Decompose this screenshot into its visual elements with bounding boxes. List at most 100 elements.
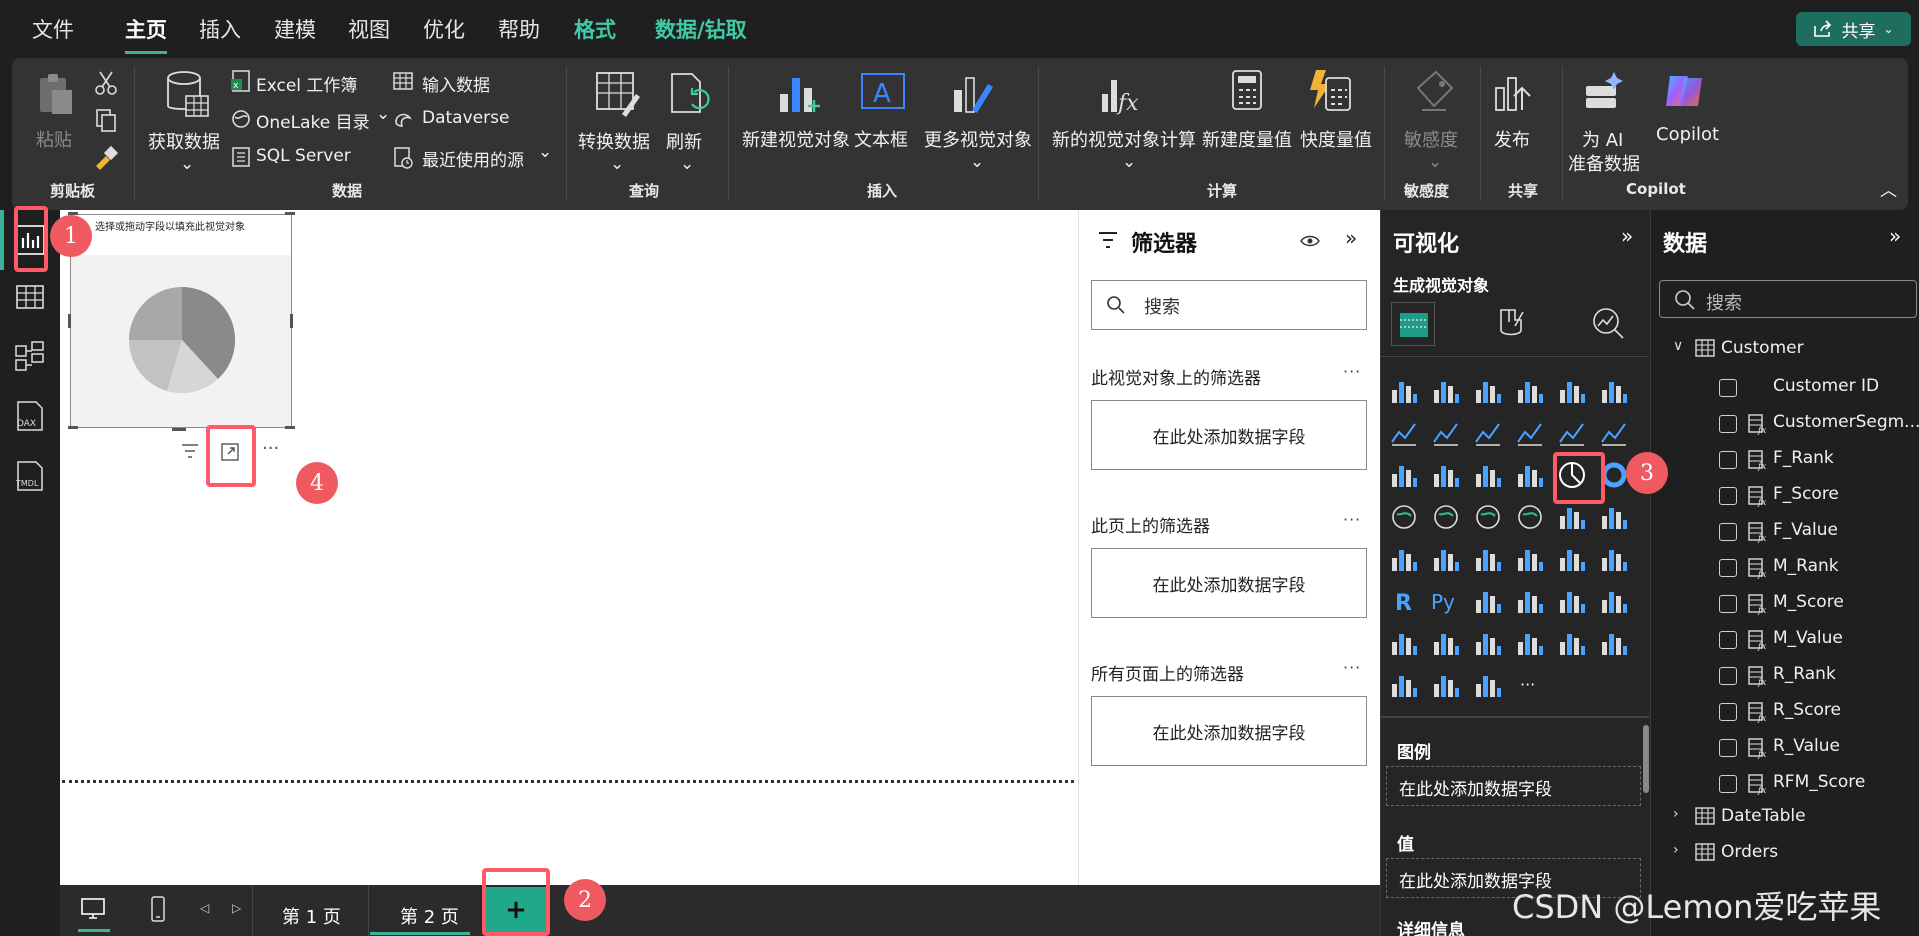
previous-page-icon[interactable]: ◁: [200, 901, 209, 915]
qa-icon[interactable]: [1557, 586, 1587, 616]
resize-handle[interactable]: [68, 426, 78, 429]
power-apps-icon[interactable]: [1473, 628, 1503, 658]
stacked-area-icon[interactable]: [1473, 418, 1503, 448]
page-tab-1[interactable]: 第 1 页: [282, 903, 341, 929]
resize-handle[interactable]: [68, 314, 71, 328]
resize-handle[interactable]: [172, 428, 186, 431]
field-item[interactable]: F_Value: [1773, 520, 1838, 540]
table-view-icon[interactable]: [14, 282, 46, 314]
smart-slicer-icon[interactable]: [1557, 628, 1587, 658]
power-automate-icon[interactable]: [1515, 628, 1545, 658]
menu-home[interactable]: 主页: [125, 14, 167, 54]
publish-button[interactable]: 发布: [1494, 126, 1530, 152]
menu-view[interactable]: 视图: [348, 14, 390, 44]
trophy-icon[interactable]: [1389, 628, 1419, 658]
resize-handle[interactable]: [285, 426, 295, 429]
data-search-input[interactable]: 搜索: [1706, 289, 1742, 315]
chevron-down-icon[interactable]: ∨: [1673, 338, 1683, 354]
flow-icon[interactable]: [1473, 670, 1503, 700]
field-item[interactable]: RFM_Score: [1773, 772, 1865, 792]
power-bi-icon[interactable]: [1431, 670, 1461, 700]
filters-search-box[interactable]: 搜索: [1091, 280, 1367, 330]
area-chart-icon[interactable]: [1431, 418, 1461, 448]
100-column-icon[interactable]: [1599, 376, 1629, 406]
build-visual-tab[interactable]: [1391, 302, 1435, 346]
chevron-down-icon[interactable]: ⌄: [1428, 152, 1442, 172]
field-checkbox[interactable]: [1719, 487, 1737, 505]
table-icon[interactable]: [1473, 544, 1503, 574]
field-checkbox[interactable]: [1719, 667, 1737, 685]
more-options-icon[interactable]: ···: [1343, 510, 1361, 529]
menu-insert[interactable]: 插入: [199, 14, 241, 44]
mobile-layout-icon[interactable]: [150, 895, 166, 923]
cut-icon[interactable]: [94, 70, 118, 96]
menu-data-drill[interactable]: 数据/钻取: [655, 14, 747, 44]
table-datetable[interactable]: DateTable: [1721, 806, 1806, 826]
r-visual-icon[interactable]: R: [1389, 586, 1419, 616]
get-data-button[interactable]: 获取数据: [148, 128, 220, 154]
sql-server-button[interactable]: SQL Server: [256, 146, 351, 166]
expand-panel-icon[interactable]: »: [1621, 224, 1633, 248]
filters-visual-drop-zone[interactable]: 在此处添加数据字段: [1091, 400, 1367, 470]
waterfall-icon[interactable]: [1431, 460, 1461, 490]
treemap-icon[interactable]: [1389, 502, 1419, 532]
key-influencers-icon[interactable]: [1473, 586, 1503, 616]
field-checkbox[interactable]: [1719, 775, 1737, 793]
narrative-icon[interactable]: [1599, 586, 1629, 616]
ai-prep-line-2[interactable]: 准备数据: [1568, 150, 1640, 176]
field-checkbox[interactable]: [1719, 523, 1737, 541]
quick-measure-button[interactable]: 快度量值: [1300, 126, 1372, 152]
menu-modeling[interactable]: 建模: [274, 14, 316, 44]
stacked-bar-icon[interactable]: [1389, 376, 1419, 406]
expand-panel-icon[interactable]: »: [1889, 224, 1901, 248]
onelake-catalog-button[interactable]: OneLake 目录: [256, 108, 370, 133]
dax-query-view-icon[interactable]: DAX: [14, 400, 46, 432]
menu-help[interactable]: 帮助: [498, 14, 540, 44]
chevron-down-icon[interactable]: ⌄: [180, 154, 194, 174]
tmdl-view-icon[interactable]: TMDL: [14, 460, 46, 492]
field-checkbox[interactable]: [1719, 631, 1737, 649]
more-options-icon[interactable]: ···: [1343, 362, 1361, 381]
field-item[interactable]: R_Rank: [1773, 664, 1836, 684]
multi-row-card-icon[interactable]: [1389, 544, 1419, 574]
field-checkbox[interactable]: [1719, 739, 1737, 757]
line-clustered-icon[interactable]: [1599, 418, 1629, 448]
transform-data-button[interactable]: 转换数据: [578, 128, 650, 154]
clustered-bar-icon[interactable]: [1473, 376, 1503, 406]
line-column-icon[interactable]: [1557, 418, 1587, 448]
field-item[interactable]: F_Score: [1773, 484, 1839, 504]
line-chart-icon[interactable]: [1389, 418, 1419, 448]
sensitivity-button[interactable]: 敏感度: [1404, 126, 1458, 152]
menu-optimize[interactable]: 优化: [423, 14, 465, 44]
map-icon[interactable]: [1431, 502, 1461, 532]
clustered-column-icon[interactable]: [1515, 376, 1545, 406]
field-item[interactable]: R_Score: [1773, 700, 1841, 720]
chevron-down-icon[interactable]: ⌄: [376, 104, 390, 124]
ribbon-chart-icon[interactable]: [1389, 460, 1419, 490]
share-button[interactable]: 共享 ⌄: [1796, 12, 1911, 46]
field-checkbox[interactable]: [1719, 415, 1737, 433]
python-visual-icon[interactable]: Py: [1431, 586, 1461, 616]
enter-data-button[interactable]: 输入数据: [422, 71, 490, 96]
field-checkbox[interactable]: [1719, 703, 1737, 721]
table-orders[interactable]: Orders: [1721, 842, 1778, 862]
legend-drop-zone[interactable]: 在此处添加数据字段: [1386, 766, 1641, 806]
more-options-icon[interactable]: ···: [262, 438, 279, 459]
new-card-icon[interactable]: [1599, 544, 1629, 574]
new-visual-button[interactable]: 新建视觉对象: [742, 126, 850, 152]
field-checkbox[interactable]: [1719, 451, 1737, 469]
field-checkbox[interactable]: [1719, 559, 1737, 577]
chevron-down-icon[interactable]: ⌄: [1122, 152, 1136, 172]
field-item[interactable]: M_Value: [1773, 628, 1843, 648]
resize-handle[interactable]: [290, 314, 293, 328]
menu-file[interactable]: 文件: [32, 14, 74, 44]
kpi-icon[interactable]: [1431, 544, 1461, 574]
menu-format[interactable]: 格式: [574, 14, 616, 44]
arcgis-icon[interactable]: [1389, 670, 1419, 700]
collapse-ribbon-icon[interactable]: ︿: [1880, 176, 1897, 201]
field-checkbox[interactable]: [1719, 595, 1737, 613]
resize-handle[interactable]: [285, 212, 295, 215]
desktop-layout-icon[interactable]: [80, 897, 106, 921]
filters-search-input[interactable]: 搜索: [1144, 293, 1180, 319]
ribbon-area-icon[interactable]: [1515, 418, 1545, 448]
